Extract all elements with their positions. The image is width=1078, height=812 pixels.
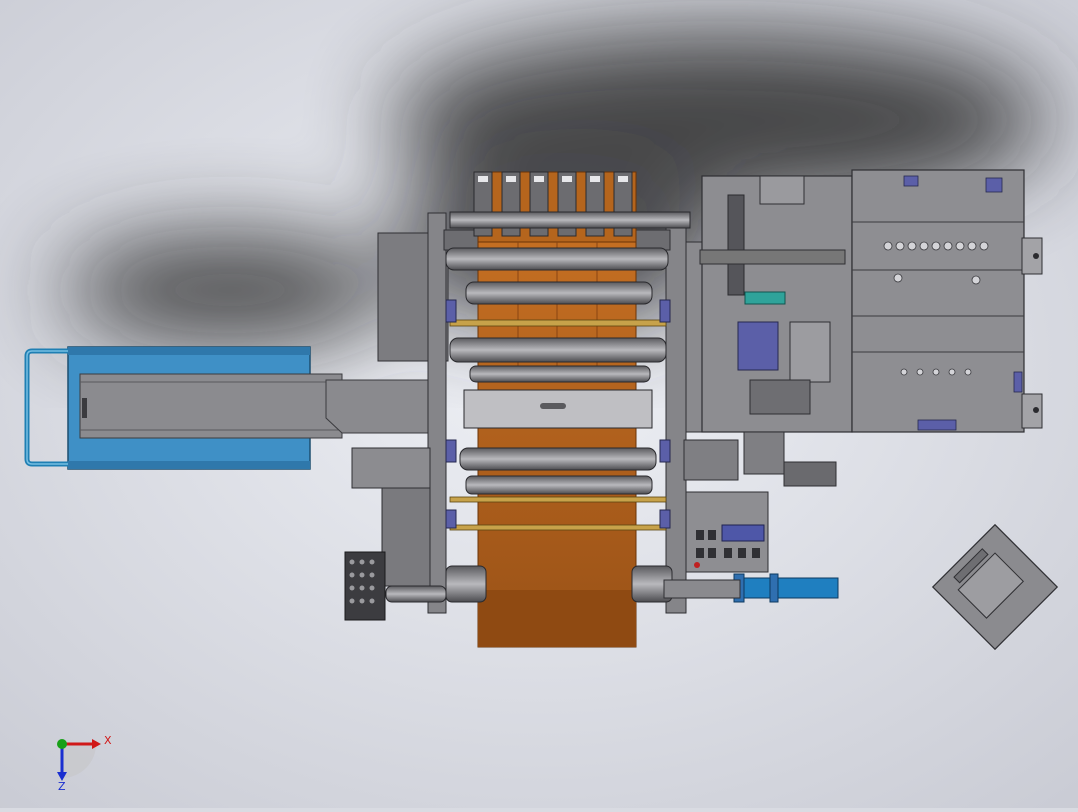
- control-box[interactable]: [685, 491, 769, 573]
- x-axis-label: X: [104, 734, 112, 747]
- cad-viewport[interactable]: X Z: [0, 0, 1078, 808]
- cad-scene[interactable]: X Z: [0, 0, 1078, 808]
- electrical-cabinet[interactable]: [851, 169, 1043, 433]
- z-axis-label: Z: [58, 780, 66, 793]
- y-axis-dot: [57, 739, 67, 749]
